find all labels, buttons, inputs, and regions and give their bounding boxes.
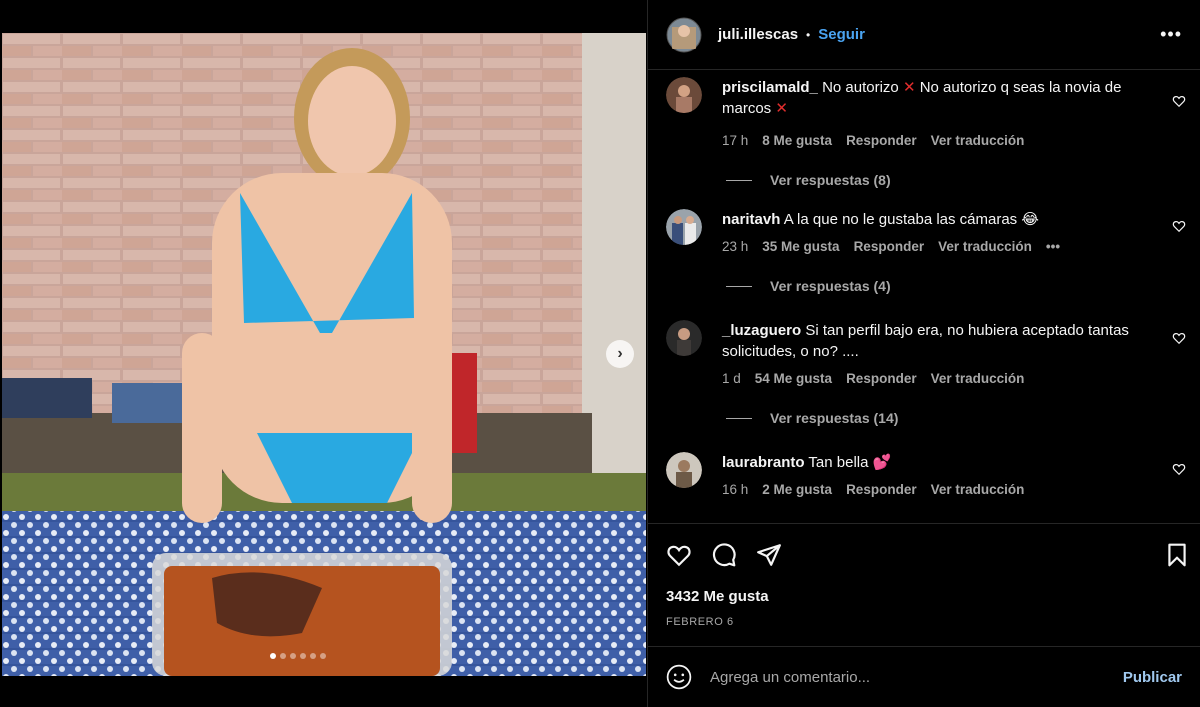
commenter-username[interactable]: naritavh bbox=[722, 211, 780, 228]
comment-text: naritavh A la que no le gustaba las cáma… bbox=[722, 209, 1150, 230]
post-header: juli.illescas • Seguir ••• bbox=[648, 0, 1200, 70]
commenter-avatar[interactable] bbox=[666, 320, 702, 356]
follow-button[interactable]: Seguir bbox=[818, 26, 865, 43]
heart-icon[interactable] bbox=[666, 542, 692, 568]
comment-meta: 17 h 8 Me gusta Responder Ver traducción bbox=[722, 133, 1024, 148]
replies-line bbox=[726, 285, 752, 287]
post-date: FEBRERO 6 bbox=[666, 616, 734, 628]
cross-mark-icon: ✕ bbox=[775, 100, 788, 117]
comment-likes[interactable]: 8 Me gusta bbox=[762, 133, 832, 148]
commenter-username[interactable]: laurabranto bbox=[722, 454, 805, 471]
author-avatar[interactable] bbox=[666, 17, 702, 53]
comment-meta: 16 h 2 Me gusta Responder Ver traducción bbox=[722, 482, 1024, 497]
like-comment-heart-icon[interactable] bbox=[1172, 94, 1186, 108]
comment-likes[interactable]: 54 Me gusta bbox=[755, 371, 832, 386]
like-comment-heart-icon[interactable] bbox=[1172, 462, 1186, 476]
commenter-avatar[interactable] bbox=[666, 77, 702, 113]
commenter-avatar[interactable] bbox=[666, 452, 702, 488]
comment-input[interactable] bbox=[710, 668, 1123, 686]
translate-button[interactable]: Ver traducción bbox=[931, 133, 1025, 148]
cross-mark-icon: ✕ bbox=[902, 79, 916, 96]
comment-time: 16 h bbox=[722, 482, 749, 497]
reply-button[interactable]: Responder bbox=[846, 482, 917, 497]
photo-panel: › bbox=[0, 0, 647, 707]
view-replies-label: Ver respuestas (14) bbox=[770, 410, 899, 426]
comment-text-part: Tan bella 💕 bbox=[808, 454, 892, 471]
comments-list: priscilamald_ No autorizo ✕ No autorizo … bbox=[648, 71, 1200, 523]
author-username[interactable]: juli.illescas bbox=[718, 26, 798, 43]
replies-line bbox=[726, 417, 752, 419]
carousel-dot bbox=[290, 653, 296, 659]
comment-meta: 1 d 54 Me gusta Responder Ver traducción bbox=[722, 371, 1024, 386]
view-replies-label: Ver respuestas (8) bbox=[770, 172, 891, 188]
carousel-dot bbox=[280, 653, 286, 659]
view-replies-button[interactable]: Ver respuestas (8) bbox=[726, 172, 891, 188]
likes-count[interactable]: 3432 Me gusta bbox=[666, 588, 769, 605]
view-replies-button[interactable]: Ver respuestas (14) bbox=[726, 410, 898, 426]
translate-button[interactable]: Ver traducción bbox=[931, 482, 1025, 497]
post-photo[interactable] bbox=[2, 33, 646, 676]
comment-composer: Publicar bbox=[648, 646, 1200, 707]
comment-text: _luzaguero Si tan perfil bajo era, no hu… bbox=[722, 320, 1150, 362]
commenter-username[interactable]: priscilamald_ bbox=[722, 79, 818, 96]
carousel-dot bbox=[270, 653, 276, 659]
comment-text: laurabranto Tan bella 💕 bbox=[722, 452, 1150, 473]
post-image bbox=[2, 33, 646, 676]
comment-text: priscilamald_ No autorizo ✕ No autorizo … bbox=[722, 77, 1150, 119]
comment-likes[interactable]: 2 Me gusta bbox=[762, 482, 832, 497]
view-replies-label: Ver respuestas (4) bbox=[770, 278, 891, 294]
carousel-dot bbox=[320, 653, 326, 659]
emoji-icon[interactable] bbox=[666, 664, 692, 690]
post-side-panel: juli.illescas • Seguir ••• priscilamald_… bbox=[647, 0, 1200, 707]
comment-time: 17 h bbox=[722, 133, 749, 148]
carousel-dot bbox=[300, 653, 306, 659]
send-icon[interactable] bbox=[756, 542, 782, 568]
carousel-dots bbox=[270, 653, 326, 659]
comment-time: 1 d bbox=[722, 371, 741, 386]
commenter-username[interactable]: _luzaguero bbox=[722, 322, 801, 339]
like-comment-heart-icon[interactable] bbox=[1172, 331, 1186, 345]
reply-button[interactable]: Responder bbox=[854, 239, 925, 254]
comment-more-icon[interactable]: ••• bbox=[1046, 239, 1060, 254]
like-comment-heart-icon[interactable] bbox=[1172, 219, 1186, 233]
translate-button[interactable]: Ver traducción bbox=[938, 239, 1032, 254]
comment-icon[interactable] bbox=[711, 542, 737, 568]
more-options-icon[interactable]: ••• bbox=[1160, 24, 1182, 45]
commenter-avatar[interactable] bbox=[666, 209, 702, 245]
bookmark-icon[interactable] bbox=[1164, 542, 1190, 568]
reply-button[interactable]: Responder bbox=[846, 371, 917, 386]
comment-time: 23 h bbox=[722, 239, 749, 254]
comment-meta: 23 h 35 Me gusta Responder Ver traducció… bbox=[722, 239, 1060, 254]
header-separator: • bbox=[806, 27, 811, 42]
comment-likes[interactable]: 35 Me gusta bbox=[762, 239, 839, 254]
next-photo-button[interactable]: › bbox=[606, 340, 634, 368]
carousel-dot bbox=[310, 653, 316, 659]
chevron-right-icon: › bbox=[617, 345, 623, 362]
comment-text-part: A la que no le gustaba las cámaras 😂 bbox=[783, 211, 1039, 228]
translate-button[interactable]: Ver traducción bbox=[931, 371, 1025, 386]
replies-line bbox=[726, 179, 752, 181]
reply-button[interactable]: Responder bbox=[846, 133, 917, 148]
view-replies-button[interactable]: Ver respuestas (4) bbox=[726, 278, 891, 294]
post-actions: 3432 Me gusta FEBRERO 6 bbox=[648, 523, 1200, 645]
publish-button[interactable]: Publicar bbox=[1123, 669, 1182, 686]
comment-text-part: No autorizo bbox=[822, 79, 899, 96]
